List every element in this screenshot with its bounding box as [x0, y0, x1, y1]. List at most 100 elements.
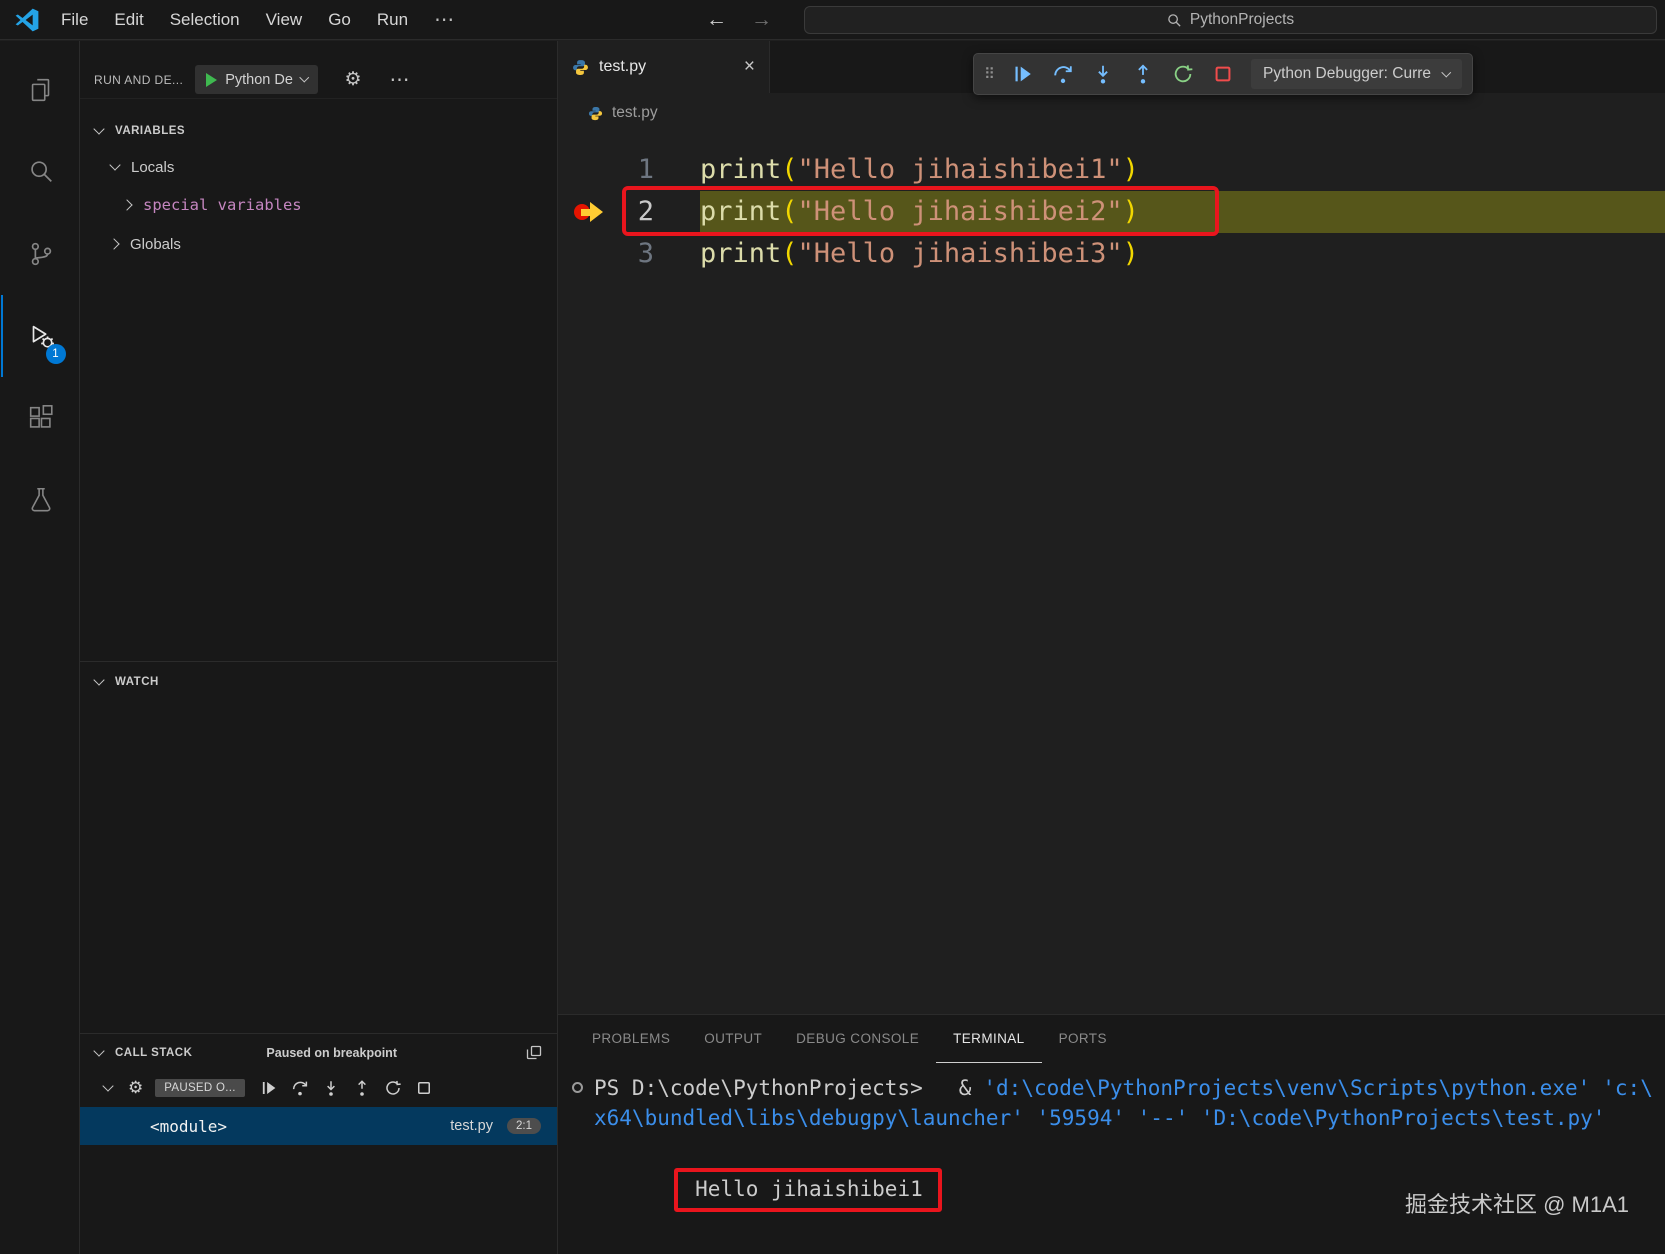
restart-icon[interactable]: [384, 1079, 402, 1097]
call-stack-title: CALL STACK: [115, 1047, 192, 1059]
drag-handle-icon[interactable]: ⠿: [984, 65, 995, 83]
paren-token: ): [1123, 196, 1139, 227]
code-line-2-current[interactable]: 2 print("Hello jihaishibei2"): [558, 191, 1665, 233]
session-debug-controls: [260, 1079, 433, 1097]
explorer-icon[interactable]: [1, 49, 79, 131]
step-into-icon[interactable]: [1085, 57, 1121, 91]
menu-selection[interactable]: Selection: [157, 10, 253, 30]
restart-icon[interactable]: [1165, 57, 1201, 91]
debug-toolbar: ⠿ Python Debugger: Curre: [973, 53, 1473, 95]
step-out-icon[interactable]: [1125, 57, 1161, 91]
stop-icon[interactable]: [415, 1079, 433, 1097]
tab-label: test.py: [599, 58, 646, 76]
run-and-debug-icon[interactable]: 1: [1, 295, 79, 377]
search-text: PythonProjects: [1190, 11, 1294, 29]
terminal-line-1: PS D:\code\PythonProjects>&'d:\code\Pyth…: [594, 1073, 1665, 1103]
editor-area: test.py × ⠿ Python Debugger: Curre test.…: [558, 41, 1665, 1014]
step-over-icon[interactable]: [291, 1079, 309, 1097]
watch-section-header[interactable]: WATCH: [80, 661, 557, 701]
step-over-icon[interactable]: [1045, 57, 1081, 91]
stop-icon[interactable]: [1205, 57, 1241, 91]
line-number[interactable]: 3: [638, 238, 654, 269]
continue-icon[interactable]: [260, 1079, 278, 1097]
close-icon[interactable]: ×: [744, 56, 755, 78]
chevron-down-icon: [1442, 67, 1451, 76]
tree-item-globals[interactable]: Globals: [80, 227, 557, 261]
paren-token: ): [1123, 238, 1139, 269]
breakpoint-current-line-icon[interactable]: [574, 202, 604, 222]
tab-debug-console[interactable]: DEBUG CONSOLE: [779, 1015, 936, 1063]
chevron-down-icon: [93, 1045, 104, 1056]
paren-token: (: [781, 238, 797, 269]
tree-item-special-variables[interactable]: special variables: [80, 188, 557, 222]
menu-edit[interactable]: Edit: [101, 10, 156, 30]
line-number-gutter[interactable]: 2: [558, 191, 700, 233]
run-debug-sidebar: RUN AND DE... Python De ⚙ ⋯ VARIABLES Lo…: [80, 41, 558, 1254]
code-line-1[interactable]: 1 print("Hello jihaishibei1"): [558, 149, 1665, 191]
menu-view[interactable]: View: [253, 10, 316, 30]
terminal-path: 'c:\: [1602, 1076, 1653, 1100]
command-decoration-icon[interactable]: [572, 1082, 583, 1093]
tab-testpy[interactable]: test.py ×: [558, 41, 770, 93]
chevron-right-icon: [121, 199, 132, 210]
history-navigation: ← →: [706, 0, 772, 40]
open-panel-icon[interactable]: [526, 1045, 542, 1061]
step-into-icon[interactable]: [322, 1079, 340, 1097]
menu-go[interactable]: Go: [315, 10, 364, 30]
tab-terminal[interactable]: TERMINAL: [936, 1015, 1041, 1063]
chevron-down-icon: [93, 123, 104, 134]
frame-name: <module>: [150, 1117, 227, 1136]
tab-ports[interactable]: PORTS: [1042, 1015, 1124, 1063]
sidebar-more-icon[interactable]: ⋯: [389, 67, 409, 92]
extensions-icon[interactable]: [1, 377, 79, 459]
search-box[interactable]: PythonProjects: [804, 6, 1657, 34]
step-out-icon[interactable]: [353, 1079, 371, 1097]
menu-file[interactable]: File: [48, 10, 101, 30]
tab-output[interactable]: OUTPUT: [687, 1015, 779, 1063]
watermark-text: 掘金技术社区 @ M1A1: [1405, 1187, 1629, 1219]
start-debug-icon[interactable]: [206, 73, 217, 87]
tree-item-locals[interactable]: Locals: [80, 150, 557, 184]
debugger-profile-dropdown[interactable]: Python Debugger: Curre: [1251, 59, 1462, 89]
program-output-text: Hello jihaishibei1: [695, 1177, 923, 1201]
back-icon[interactable]: ←: [706, 8, 727, 32]
chevron-down-icon: [300, 73, 309, 82]
function-token: print: [700, 238, 781, 269]
line-number-gutter[interactable]: 1: [558, 149, 700, 191]
line-number-gutter[interactable]: 3: [558, 233, 700, 275]
forward-icon[interactable]: →: [751, 8, 772, 32]
string-token: "Hello jihaishibei3": [798, 238, 1123, 269]
debug-config-dropdown[interactable]: Python De: [195, 65, 318, 94]
call-stack-section-header[interactable]: CALL STACK Paused on breakpoint: [80, 1033, 557, 1071]
menu-bar: File Edit Selection View Go Run ⋯: [48, 7, 467, 32]
continue-icon[interactable]: [1005, 57, 1041, 91]
call-stack-frame-row[interactable]: <module> test.py 2:1: [80, 1107, 557, 1145]
watch-title: WATCH: [115, 676, 159, 688]
breadcrumb[interactable]: test.py: [558, 93, 1665, 133]
code-text[interactable]: print("Hello jihaishibei1"): [700, 149, 1665, 191]
debug-session-row[interactable]: ⚙ PAUSED O...: [80, 1071, 557, 1105]
code-text[interactable]: print("Hello jihaishibei2"): [700, 191, 1665, 233]
search-sidebar-icon[interactable]: [1, 131, 79, 213]
sidebar-header: RUN AND DE... Python De ⚙ ⋯: [80, 61, 557, 99]
search-icon: [1167, 13, 1182, 28]
variables-section-header[interactable]: VARIABLES: [80, 114, 557, 148]
menu-more-icon[interactable]: ⋯: [421, 7, 467, 32]
debugger-profile-label: Python Debugger: Curre: [1263, 65, 1431, 83]
function-token: print: [700, 196, 781, 227]
code-text[interactable]: print("Hello jihaishibei3"): [700, 233, 1665, 275]
string-token: "Hello jihaishibei2": [798, 196, 1123, 227]
code-line-3[interactable]: 3 print("Hello jihaishibei3"): [558, 233, 1665, 275]
code-area[interactable]: 1 print("Hello jihaishibei1") 2 print("H…: [558, 133, 1665, 275]
chevron-right-icon: [108, 238, 119, 249]
line-number[interactable]: 1: [638, 154, 654, 185]
source-control-icon[interactable]: [1, 213, 79, 295]
breadcrumb-item[interactable]: test.py: [612, 104, 658, 122]
line-number[interactable]: 2: [638, 196, 654, 227]
terminal-line-2: x64\bundled\libs\debugpy\launcher' '5959…: [594, 1103, 1665, 1133]
paren-token: ): [1123, 154, 1139, 185]
testing-icon[interactable]: [1, 459, 79, 541]
gear-icon[interactable]: ⚙: [344, 68, 361, 91]
tab-problems[interactable]: PROBLEMS: [575, 1015, 687, 1063]
menu-run[interactable]: Run: [364, 10, 421, 30]
